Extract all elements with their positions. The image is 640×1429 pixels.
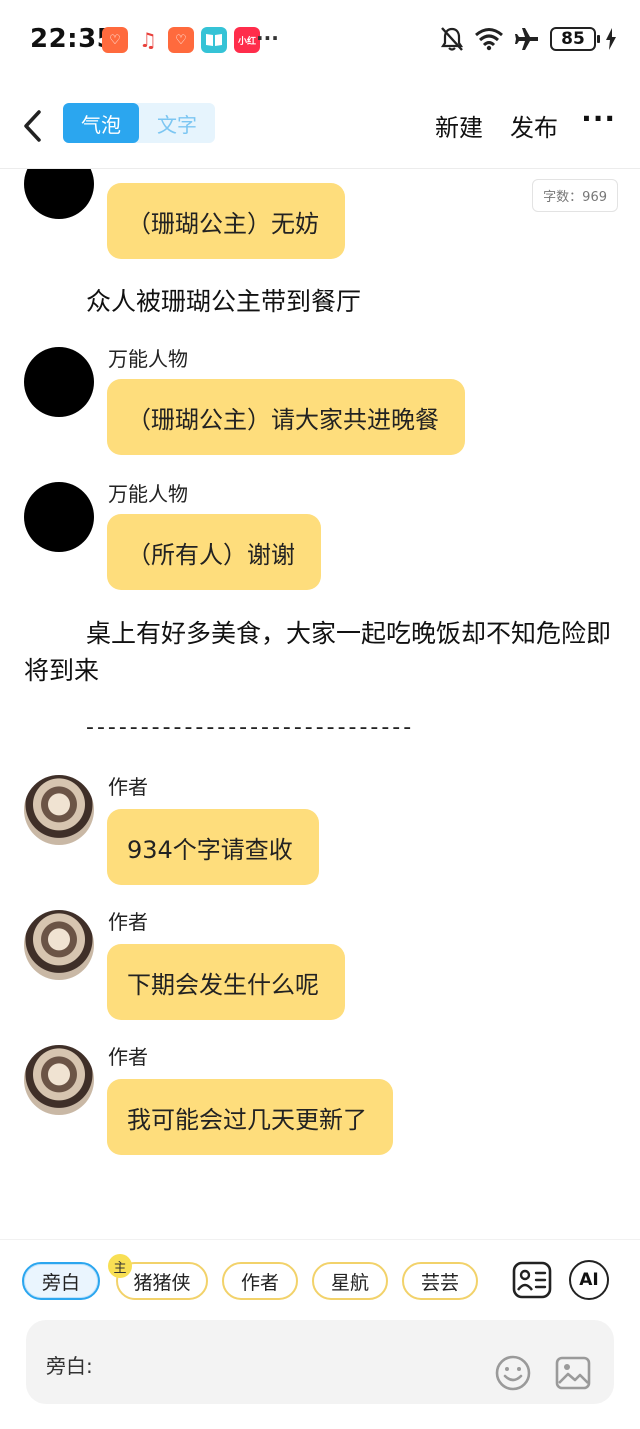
view-mode-toggle: 气泡 文字: [63, 103, 215, 143]
role-chip-label: 猪猪侠: [133, 1271, 191, 1294]
battery-indicator: 85: [550, 27, 600, 51]
sender-name: 作者: [108, 910, 148, 934]
avatar[interactable]: [24, 1045, 94, 1115]
narration-text[interactable]: 众人被珊瑚公主带到餐厅: [24, 283, 616, 320]
word-count-badge: 字数：969: [532, 179, 618, 212]
wifi-icon: [475, 28, 503, 51]
charging-icon: [606, 28, 616, 50]
avatar[interactable]: [24, 169, 94, 219]
role-card-button[interactable]: [512, 1260, 552, 1300]
avatar[interactable]: [24, 347, 94, 417]
main-role-badge: 主: [108, 1254, 132, 1278]
message-bubble[interactable]: 我可能会过几天更新了: [107, 1079, 393, 1155]
composer-panel: 旁白 主 猪猪侠 作者 星航 芸芸 AI 旁白:: [0, 1239, 640, 1429]
airplane-icon: [515, 28, 538, 50]
avatar[interactable]: [24, 775, 94, 845]
tab-text[interactable]: 文字: [139, 103, 215, 143]
taobao-heart-icon: ♡: [102, 27, 128, 53]
new-button[interactable]: 新建: [435, 108, 483, 143]
notification-icons: ♡ ♫ ♡ 小红: [102, 27, 260, 53]
message-bubble[interactable]: （所有人）谢谢: [107, 514, 321, 590]
tab-bubble[interactable]: 气泡: [63, 103, 139, 143]
role-chip-xinghang[interactable]: 星航: [312, 1262, 388, 1300]
role-selector: 旁白 主 猪猪侠 作者 星航 芸芸: [22, 1254, 492, 1302]
message-bubble[interactable]: 934个字请查收: [107, 809, 319, 885]
message-bubble[interactable]: 下期会发生什么呢: [107, 944, 345, 1020]
role-chip-narration[interactable]: 旁白: [22, 1262, 100, 1300]
mute-bell-icon: [440, 27, 464, 51]
id-card-icon: [512, 1261, 552, 1299]
input-role-label: 旁白:: [46, 1354, 93, 1378]
more-notifications-icon: ···: [256, 26, 279, 50]
reading-app-icon: [201, 27, 227, 53]
avatar[interactable]: [24, 482, 94, 552]
narration-text[interactable]: 桌上有好多美食，大家一起吃晚饭却不知危险即将到来: [24, 615, 616, 689]
sender-name: 万能人物: [108, 482, 188, 506]
role-chip-author[interactable]: 作者: [222, 1262, 298, 1300]
status-right: 85: [440, 26, 616, 52]
taobao-heart-icon: ♡: [168, 27, 194, 53]
message-bubble[interactable]: （珊瑚公主）无妨: [107, 183, 345, 259]
message-input[interactable]: 旁白:: [26, 1320, 614, 1404]
chevron-left-icon: [24, 110, 41, 142]
ai-button[interactable]: AI: [569, 1260, 609, 1300]
status-bar: 22:35 ♡ ♫ ♡ 小红 ··· 85: [0, 0, 640, 80]
sender-name: 作者: [108, 775, 148, 799]
emoji-button[interactable]: [494, 1354, 532, 1392]
smiley-icon: [495, 1355, 531, 1391]
music-icon: ♫: [135, 27, 161, 53]
sender-name: 作者: [108, 1045, 148, 1069]
chat-area[interactable]: 字数：969 （珊瑚公主）无妨 众人被珊瑚公主带到餐厅 万能人物 （珊瑚公主）请…: [0, 169, 640, 1229]
role-chip-zhuzhuxia[interactable]: 主 猪猪侠: [108, 1254, 208, 1300]
more-menu-button[interactable]: ···: [581, 102, 616, 135]
separator-line: ------------------------------: [86, 715, 415, 740]
image-icon: [555, 1356, 591, 1390]
publish-button[interactable]: 发布: [510, 108, 558, 143]
back-button[interactable]: [20, 106, 50, 146]
message-bubble[interactable]: （珊瑚公主）请大家共进晚餐: [107, 379, 465, 455]
avatar[interactable]: [24, 910, 94, 980]
image-button[interactable]: [554, 1354, 592, 1392]
sender-name: 万能人物: [108, 347, 188, 371]
role-chip-yunyun[interactable]: 芸芸: [402, 1262, 478, 1300]
top-navigation: 气泡 文字 新建 发布 ···: [0, 96, 640, 156]
